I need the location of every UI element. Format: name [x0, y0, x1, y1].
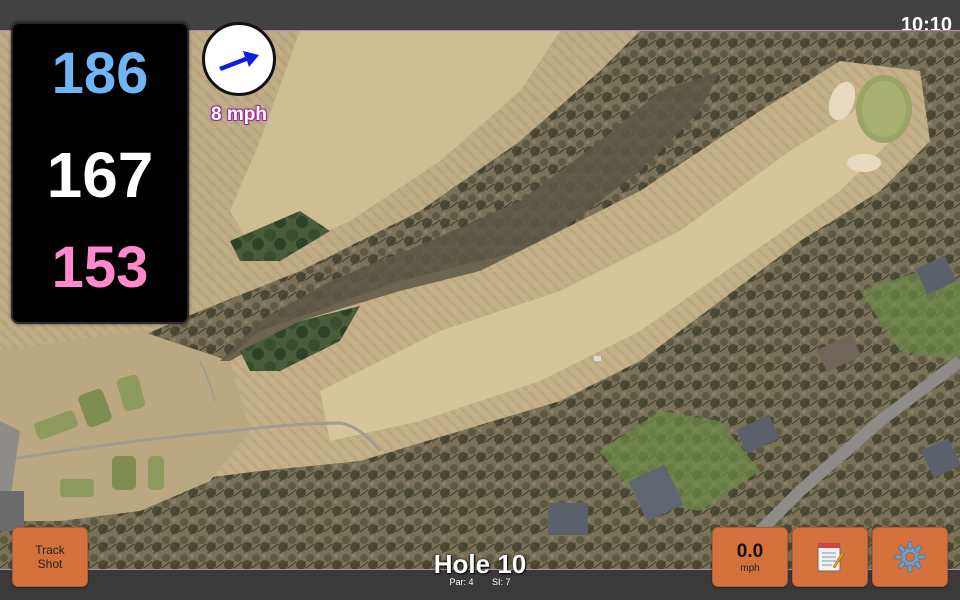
notes-button[interactable] [792, 527, 868, 587]
track-shot-label-line1: Track [35, 543, 65, 557]
track-shot-label-line2: Shot [37, 557, 63, 571]
track-shot-button[interactable]: Track Shot [12, 527, 88, 587]
distance-middle: 167 [46, 139, 154, 211]
wind-direction-indicator[interactable] [202, 22, 276, 96]
wind-arrow-icon [219, 51, 259, 71]
settings-button[interactable] [872, 527, 948, 587]
shot-speed-button[interactable]: 0.0 mph [712, 527, 788, 587]
hole-info: Par: 4 SI: 7 [380, 577, 580, 587]
stroke-index-label: SI: 7 [492, 577, 511, 587]
par-label: Par: 4 [449, 577, 474, 587]
shot-speed-unit: mph [740, 562, 760, 574]
distance-back: 186 [51, 41, 149, 106]
distance-front: 153 [51, 235, 149, 300]
gear-icon [894, 541, 926, 573]
distance-panel: 186 167 153 [11, 22, 189, 324]
wind-speed-label: 8 mph [211, 104, 267, 125]
notepad-icon [817, 543, 845, 572]
hole-title: Hole 10 [433, 549, 527, 579]
shot-speed-value: 0.0 [736, 540, 764, 562]
